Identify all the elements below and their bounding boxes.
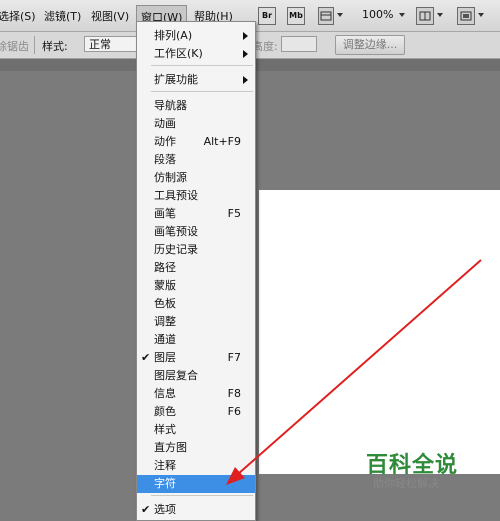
bridge-icon[interactable]: Br bbox=[258, 7, 276, 25]
window-menu-item[interactable]: 样式 bbox=[137, 421, 255, 439]
window-menu-item[interactable]: 调整 bbox=[137, 313, 255, 331]
menu-item-shortcut: Alt+F9 bbox=[203, 135, 241, 148]
menu-item-label: 工具预设 bbox=[154, 189, 198, 202]
window-menu-item[interactable]: 动作 Alt+F9 bbox=[137, 133, 255, 151]
menu-item-label: 图层 bbox=[154, 351, 176, 364]
menu-item-label: 直方图 bbox=[154, 441, 187, 454]
window-menu-item[interactable]: 颜色 F6 bbox=[137, 403, 255, 421]
window-menu-item[interactable]: 工具预设 bbox=[137, 187, 255, 205]
menu-select[interactable]: 选择(S) bbox=[0, 8, 36, 24]
window-menu-item[interactable]: 排列(A) bbox=[137, 27, 255, 45]
watermark-subtitle: 助你轻松解决 bbox=[373, 477, 439, 490]
window-menu-item[interactable]: ✔ 图层 F7 bbox=[137, 349, 255, 367]
window-menu-item[interactable]: 直方图 bbox=[137, 439, 255, 457]
menu-item-label: 调整 bbox=[154, 315, 176, 328]
menu-item-label: 排列(A) bbox=[154, 29, 193, 42]
window-menu-item[interactable]: 蒙版 bbox=[137, 277, 255, 295]
menu-item-label: 蒙版 bbox=[154, 279, 176, 292]
menu-item-label: 色板 bbox=[154, 297, 176, 310]
menu-item-label: 导航器 bbox=[154, 99, 187, 112]
menu-item-shortcut: F7 bbox=[227, 351, 241, 364]
menu-item-shortcut: F8 bbox=[227, 387, 241, 400]
menu-separator bbox=[151, 91, 253, 92]
window-menu-item[interactable]: ✔ 选项 bbox=[137, 501, 255, 519]
screen-mode-caret-icon bbox=[478, 13, 484, 17]
window-menu-item[interactable]: 扩展功能 bbox=[137, 71, 255, 89]
zoom-level[interactable]: 100% bbox=[362, 8, 393, 21]
window-menu-item[interactable]: 画笔预设 bbox=[137, 223, 255, 241]
window-menu-item[interactable]: 注释 bbox=[137, 457, 255, 475]
menu-item-label: 图层复合 bbox=[154, 369, 198, 382]
menu-item-label: 路径 bbox=[154, 261, 176, 274]
menu-item-label: 颜色 bbox=[154, 405, 176, 418]
style-label: 样式: bbox=[42, 40, 68, 53]
window-menu-item[interactable]: 字符 bbox=[137, 475, 255, 493]
screen-mode-icon[interactable] bbox=[457, 7, 475, 25]
arrange-docs-icon[interactable] bbox=[416, 7, 434, 25]
refine-edge-button[interactable]: 调整边缘... bbox=[335, 35, 405, 55]
menu-item-label: 画笔预设 bbox=[154, 225, 198, 238]
window-menu-item[interactable]: 段落 bbox=[137, 151, 255, 169]
submenu-arrow-icon bbox=[243, 50, 248, 58]
menu-item-label: 通道 bbox=[154, 333, 176, 346]
menu-item-label: 选项 bbox=[154, 503, 176, 516]
menu-item-label: 工作区(K) bbox=[154, 47, 203, 60]
height-input[interactable] bbox=[281, 36, 317, 52]
window-menu-item[interactable]: 仿制源 bbox=[137, 169, 255, 187]
window-menu-item[interactable]: 历史记录 bbox=[137, 241, 255, 259]
window-menu-dropdown: 排列(A) 工作区(K) 扩展功能导航器动画动作 Alt+F9 段落仿制源工具预设画笔 F… bbox=[136, 21, 256, 521]
menu-item-label: 仿制源 bbox=[154, 171, 187, 184]
menu-view[interactable]: 视图(V) bbox=[91, 8, 129, 24]
menu-item-label: 画笔 bbox=[154, 207, 176, 220]
window-menu-item[interactable]: 色板 bbox=[137, 295, 255, 313]
window-menu-item[interactable]: 工作区(K) bbox=[137, 45, 255, 63]
checkmark-icon: ✔ bbox=[141, 351, 151, 364]
zoom-caret-icon bbox=[399, 13, 405, 17]
menu-item-shortcut: F5 bbox=[227, 207, 241, 220]
menu-item-shortcut: F6 bbox=[227, 405, 241, 418]
menu-item-label: 注释 bbox=[154, 459, 176, 472]
submenu-arrow-icon bbox=[243, 32, 248, 40]
window-menu-item[interactable]: 动画 bbox=[137, 115, 255, 133]
menu-separator bbox=[151, 495, 253, 496]
anti-alias-label[interactable]: 除锯齿 bbox=[0, 38, 29, 54]
document-canvas[interactable] bbox=[259, 190, 500, 474]
minibridge-icon[interactable]: Mb bbox=[287, 7, 305, 25]
window-menu-item[interactable]: 通道 bbox=[137, 331, 255, 349]
menu-item-label: 动画 bbox=[154, 117, 176, 130]
menu-filter[interactable]: 滤镜(T) bbox=[44, 8, 81, 24]
menu-item-label: 动作 bbox=[154, 135, 176, 148]
checkmark-icon: ✔ bbox=[141, 503, 151, 516]
menu-item-label: 段落 bbox=[154, 153, 176, 166]
arrange-caret-icon bbox=[437, 13, 443, 17]
style-select[interactable]: 正常 bbox=[84, 36, 138, 52]
view-extras-caret-icon bbox=[337, 13, 343, 17]
submenu-arrow-icon bbox=[243, 76, 248, 84]
divider bbox=[34, 36, 35, 54]
window-menu-item[interactable]: 导航器 bbox=[137, 97, 255, 115]
menu-separator bbox=[151, 65, 253, 66]
view-extras-icon[interactable] bbox=[318, 7, 334, 25]
window-menu-item[interactable]: 图层复合 bbox=[137, 367, 255, 385]
window-menu-item[interactable]: 路径 bbox=[137, 259, 255, 277]
menu-item-label: 历史记录 bbox=[154, 243, 198, 256]
window-menu-item[interactable]: 画笔 F5 bbox=[137, 205, 255, 223]
menu-item-label: 扩展功能 bbox=[154, 73, 198, 86]
menu-item-label: 信息 bbox=[154, 387, 176, 400]
menu-item-label: 样式 bbox=[154, 423, 176, 436]
window-menu-item[interactable]: 信息 F8 bbox=[137, 385, 255, 403]
menu-item-label: 字符 bbox=[154, 477, 176, 490]
